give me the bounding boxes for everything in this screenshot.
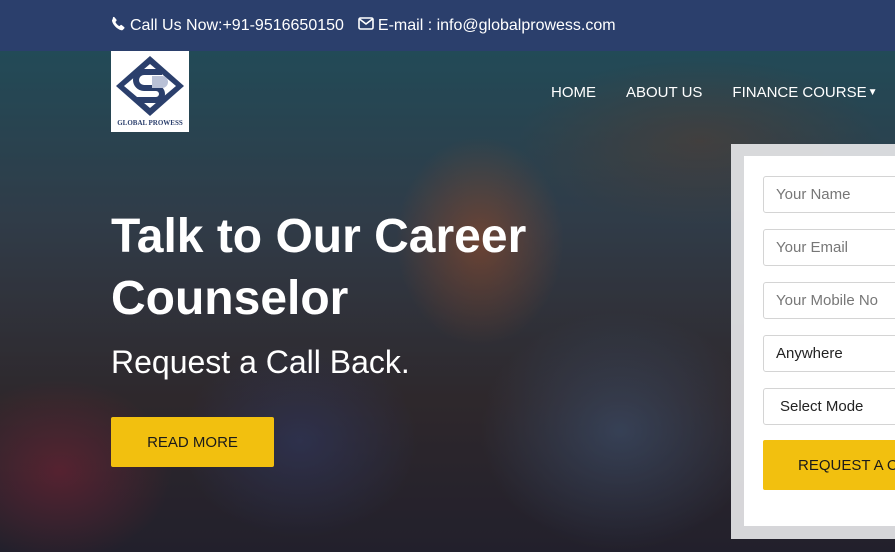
hero-headline: Talk to Our Career Counselor [111, 210, 527, 325]
logo-mark-icon [116, 56, 184, 116]
mobile-input[interactable]: Your Mobile No [763, 282, 895, 319]
email-input[interactable]: Your Email [763, 229, 895, 266]
nav-about-us[interactable]: ABOUT US [626, 84, 702, 101]
read-more-button[interactable]: READ MORE [111, 417, 274, 467]
location-select[interactable]: Anywhere [763, 335, 895, 372]
nav-finance-course[interactable]: FINANCE COURSE ▼ [732, 84, 877, 101]
mode-select[interactable]: Select Mode [763, 388, 895, 425]
main-navigation: HOME ABOUT US FINANCE COURSE ▼ A [551, 84, 895, 101]
nav-home[interactable]: HOME [551, 84, 596, 101]
nav-finance-course-label: FINANCE COURSE [732, 84, 867, 101]
phone-icon [111, 16, 126, 36]
logo-text: GLOBAL PROWESS [117, 119, 183, 127]
email-contact[interactable]: E-mail : info@globalprowess.com [358, 17, 616, 35]
site-logo[interactable]: GLOBAL PROWESS [111, 51, 189, 132]
phone-contact[interactable]: Call Us Now:+91-9516650150 [111, 16, 344, 36]
top-contact-bar: Call Us Now:+91-9516650150 E-mail : info… [0, 0, 895, 51]
hero-subheadline: Request a Call Back. [111, 344, 410, 380]
request-callback-button[interactable]: REQUEST A C [763, 440, 895, 490]
phone-text: Call Us Now:+91-9516650150 [130, 16, 344, 34]
caret-down-icon: ▼ [867, 87, 878, 98]
envelope-icon [358, 16, 374, 35]
name-input[interactable]: Your Name [763, 176, 895, 213]
email-text: E-mail : info@globalprowess.com [377, 16, 616, 34]
